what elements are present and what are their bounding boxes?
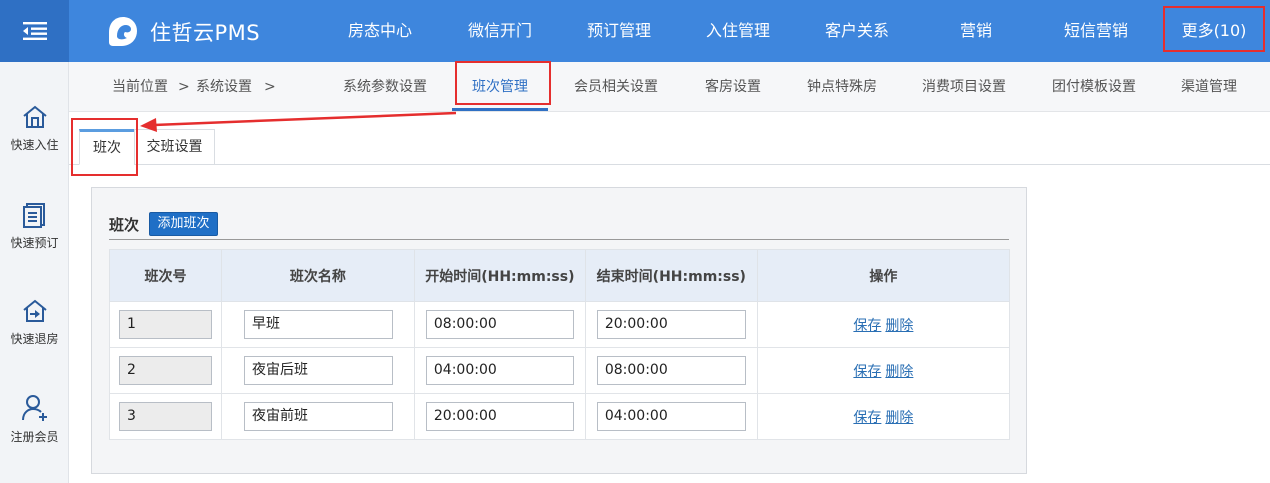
app-name: 住哲云PMS [150, 21, 261, 45]
checkout-icon [22, 299, 47, 322]
breadcrumb-bar: 当前位置 > 系统设置 > 系统参数设置 班次管理 会员相关设置 客房设置 钟点… [69, 62, 1270, 112]
table-row: 1 早班 08:00:00 20:00:00 保存 删除 [109, 301, 1011, 348]
subtab-system-params[interactable]: 系统参数设置 [335, 62, 435, 112]
nav-sms-marketing[interactable]: 短信营销 [1046, 0, 1146, 62]
delete-link[interactable]: 删除 [885, 410, 913, 426]
sidebar-item-quick-booking[interactable]: 快速预订 [0, 202, 69, 282]
nav-customer[interactable]: 客户关系 [807, 0, 907, 62]
column-header: 班次名称 [220, 249, 415, 302]
shift-id-field: 1 [119, 310, 212, 339]
sidebar-item-register-member[interactable]: 注册会员 [0, 394, 69, 474]
highlight-box-shifts-tab [71, 118, 138, 176]
column-header: 开始时间(HH:mm:ss) [413, 249, 586, 302]
table-row: 2 夜宙后班 04:00:00 08:00:00 保存 删除 [109, 347, 1011, 394]
nav-room-status[interactable]: 房态中心 [330, 0, 430, 62]
top-nav-bar: 住哲云PMS 房态中心 微信开门 预订管理 入住管理 客户关系 营销 短信营销 … [0, 0, 1270, 62]
add-user-icon [21, 395, 47, 421]
sidebar-item-quick-checkout[interactable]: 快速退房 [0, 298, 69, 378]
active-subtab-indicator [452, 108, 548, 111]
home-icon [22, 105, 47, 128]
subtab-channel-management[interactable]: 渠道管理 [1173, 62, 1245, 112]
shift-name-input[interactable]: 早班 [243, 310, 393, 339]
nav-wechat-door[interactable]: 微信开门 [450, 0, 550, 62]
column-header: 操作 [756, 249, 1011, 302]
sidebar-label: 注册会员 [10, 430, 59, 444]
inner-tab-bar: 班次 交班设置 [69, 112, 1270, 165]
shift-name-input[interactable]: 夜宙前班 [243, 402, 393, 431]
panel-divider [109, 239, 1009, 240]
breadcrumb-separator: > [178, 79, 190, 95]
save-link[interactable]: 保存 [853, 410, 881, 426]
shift-id-field: 3 [119, 402, 212, 431]
document-icon [22, 203, 45, 228]
quick-sidebar: 快速入住 快速预订 快速退房 注册会员 [0, 62, 69, 483]
delete-link[interactable]: 删除 [885, 318, 913, 334]
end-time-input[interactable]: 20:00:00 [596, 310, 746, 339]
highlight-box-more [1163, 6, 1265, 52]
add-shift-button[interactable]: 添加班次 [149, 212, 218, 236]
start-time-input[interactable]: 04:00:00 [425, 356, 574, 385]
save-link[interactable]: 保存 [853, 364, 881, 380]
shift-id-field: 2 [119, 356, 212, 385]
column-header: 班次号 [109, 249, 222, 302]
app-logo[interactable]: 住哲云PMS [106, 14, 260, 50]
breadcrumb-section[interactable]: 系统设置 [196, 62, 252, 112]
start-time-input[interactable]: 08:00:00 [425, 310, 574, 339]
delete-link[interactable]: 删除 [885, 364, 913, 380]
subtab-member-settings[interactable]: 会员相关设置 [566, 62, 666, 112]
subtab-consumption-items[interactable]: 消费项目设置 [914, 62, 1014, 112]
nav-marketing[interactable]: 营销 [936, 0, 1016, 62]
sidebar-label: 快速退房 [10, 332, 59, 346]
menu-collapse-icon [22, 22, 47, 40]
shift-table: 班次号 班次名称 开始时间(HH:mm:ss) 结束时间(HH:mm:ss) 操… [109, 249, 1011, 440]
table-header-row: 班次号 班次名称 开始时间(HH:mm:ss) 结束时间(HH:mm:ss) 操… [109, 249, 1011, 302]
panel-title: 班次 [109, 216, 140, 234]
breadcrumb-separator: > [264, 79, 276, 95]
menu-toggle-button[interactable] [0, 0, 69, 62]
nav-checkin[interactable]: 入住管理 [688, 0, 788, 62]
subtab-room-settings[interactable]: 客房设置 [693, 62, 773, 112]
subtab-hourly-rooms[interactable]: 钟点特殊房 [798, 62, 886, 112]
logo-icon [109, 17, 137, 46]
subtab-group-payment-template[interactable]: 团付模板设置 [1044, 62, 1144, 112]
end-time-input[interactable]: 04:00:00 [596, 402, 746, 431]
sidebar-label: 快速预订 [10, 236, 59, 250]
save-link[interactable]: 保存 [853, 318, 881, 334]
highlight-box-shift-management [455, 61, 551, 105]
shift-panel: 班次 添加班次 班次号 班次名称 开始时间(HH:mm:ss) 结束时间(HH:… [91, 187, 1027, 474]
start-time-input[interactable]: 20:00:00 [425, 402, 574, 431]
breadcrumb-prefix: 当前位置 [112, 79, 168, 95]
column-header: 结束时间(HH:mm:ss) [584, 249, 758, 302]
shift-name-input[interactable]: 夜宙后班 [243, 356, 393, 385]
table-row: 3 夜宙前班 20:00:00 04:00:00 保存 删除 [109, 393, 1011, 440]
tab-handover-settings[interactable]: 交班设置 [134, 129, 215, 165]
sidebar-label: 快速入住 [10, 138, 59, 152]
nav-booking[interactable]: 预订管理 [569, 0, 669, 62]
sidebar-item-quick-checkin[interactable]: 快速入住 [0, 104, 69, 184]
end-time-input[interactable]: 08:00:00 [596, 356, 746, 385]
